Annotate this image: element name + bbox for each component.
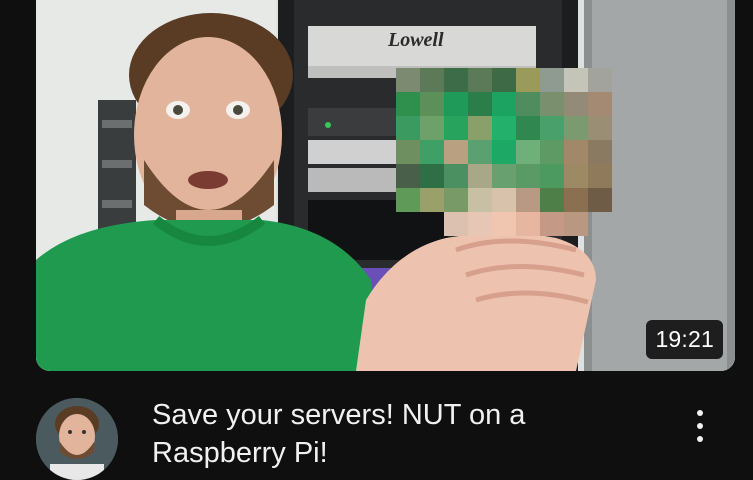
vertical-ellipsis-icon [697, 423, 703, 429]
more-options-button[interactable] [680, 402, 720, 450]
video-card[interactable]: Lowell 19:21 Save your servers! NUT on a… [0, 0, 753, 480]
duration-badge: 19:21 [646, 320, 723, 359]
pixelated-board [396, 68, 612, 236]
vertical-ellipsis-icon [697, 410, 703, 416]
vertical-ellipsis-icon [697, 436, 703, 442]
thumbnail-sign-text: Lowell [387, 29, 444, 51]
channel-avatar[interactable] [36, 398, 118, 480]
avatar-image [36, 398, 118, 480]
video-thumbnail[interactable]: Lowell 19:21 [36, 0, 735, 371]
thumbnail-image: Lowell [36, 0, 735, 371]
